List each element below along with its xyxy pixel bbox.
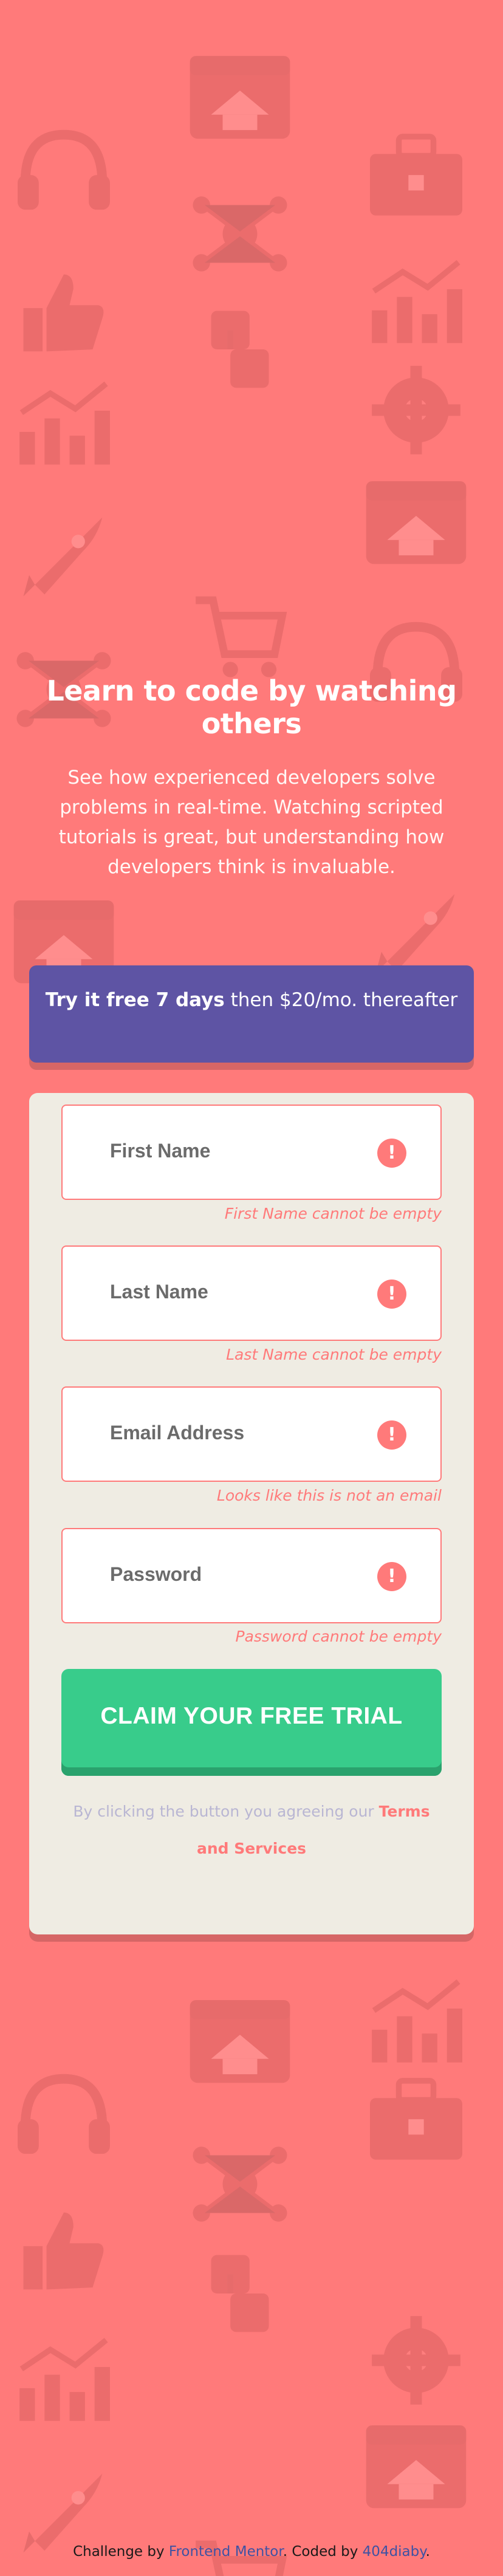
browser-window-icon xyxy=(358,468,474,583)
headset-icon xyxy=(6,115,121,231)
network-icon xyxy=(182,2126,298,2242)
password-error: Password cannot be empty xyxy=(235,1628,442,1645)
terms-notice: By clicking the button you agreeing our … xyxy=(61,1793,442,1867)
password-field[interactable]: Password ! xyxy=(61,1528,442,1623)
hero-description: See how experienced developers solve pro… xyxy=(58,767,445,878)
error-icon: ! xyxy=(377,1279,406,1309)
line-chart-icon xyxy=(6,365,121,480)
hero: Learn to code by watching others See how… xyxy=(29,674,474,882)
email-field[interactable]: Email Address ! xyxy=(61,1386,442,1482)
puzzle-icon xyxy=(182,292,298,407)
email-placeholder: Email Address xyxy=(110,1422,245,1444)
first-name-placeholder: First Name xyxy=(110,1140,211,1162)
thumbs-up-icon xyxy=(6,2193,121,2309)
gear-icon xyxy=(358,2303,474,2418)
puzzle-icon xyxy=(182,2236,298,2351)
attribution-middle: . Coded by xyxy=(282,2544,358,2560)
offer-rest: then $20/mo. thereafter xyxy=(224,989,458,1011)
thumbs-up-icon xyxy=(6,255,121,371)
attribution-prefix: Challenge by xyxy=(73,2544,165,2560)
offer-highlight: Try it free 7 days xyxy=(45,989,225,1011)
toolbox-icon xyxy=(358,115,474,231)
error-icon: ! xyxy=(377,1139,406,1168)
author-link[interactable]: 404diaby xyxy=(363,2544,426,2560)
hero-title: Learn to code by watching others xyxy=(46,674,457,740)
first-name-field[interactable]: First Name ! xyxy=(61,1105,442,1200)
browser-window-icon xyxy=(182,1987,298,2102)
gear-icon xyxy=(358,352,474,468)
email-error: Looks like this is not an email xyxy=(216,1487,442,1504)
last-name-error: Last Name cannot be empty xyxy=(226,1346,442,1363)
claim-trial-button[interactable]: CLAIM YOUR FREE TRIAL xyxy=(61,1669,442,1776)
password-placeholder: Password xyxy=(110,1563,202,1585)
frontend-mentor-link[interactable]: Frontend Mentor xyxy=(169,2544,283,2560)
browser-window-icon xyxy=(182,43,298,158)
signup-form: First Name ! First Name cannot be empty … xyxy=(29,1093,474,1934)
first-name-error: First Name cannot be empty xyxy=(224,1205,442,1222)
line-chart-icon xyxy=(6,2321,121,2436)
terms-text: By clicking the button you agreeing our xyxy=(73,1803,374,1820)
error-icon: ! xyxy=(377,1562,406,1591)
headset-icon xyxy=(6,2060,121,2175)
browser-window-icon xyxy=(358,2412,474,2527)
free-trial-banner: Try it free 7 days then $20/mo. thereaft… xyxy=(29,965,474,1063)
error-icon: ! xyxy=(377,1420,406,1450)
last-name-field[interactable]: Last Name ! xyxy=(61,1245,442,1341)
network-icon xyxy=(182,176,298,292)
last-name-placeholder: Last Name xyxy=(110,1281,208,1303)
attribution: Challenge by Frontend Mentor. Coded by 4… xyxy=(0,2544,503,2560)
rocket-icon xyxy=(6,498,121,614)
attribution-suffix: . xyxy=(425,2544,430,2560)
line-chart-icon xyxy=(358,243,474,358)
line-chart-icon xyxy=(358,1962,474,2078)
